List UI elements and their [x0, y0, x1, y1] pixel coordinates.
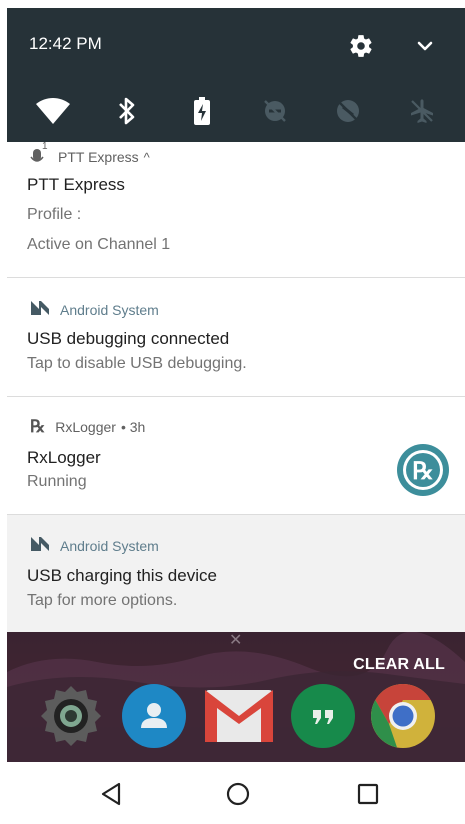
- rx-symbol: ℞: [406, 453, 440, 487]
- battery-charging-icon[interactable]: [184, 93, 220, 129]
- notification-line: Active on Channel 1: [27, 236, 171, 253]
- airplane-mode-icon[interactable]: [404, 93, 440, 129]
- app-name: Android System: [60, 537, 159, 554]
- collapse-indicator[interactable]: ^: [144, 150, 150, 165]
- notification-title: USB debugging connected: [27, 329, 230, 348]
- recents-icon[interactable]: [352, 778, 384, 810]
- navigation-bar: [7, 762, 465, 824]
- notification-header: Android System: [30, 300, 159, 319]
- chrome-app-icon[interactable]: [371, 684, 435, 748]
- clock: 12:42 PM: [29, 34, 102, 53]
- gear-icon[interactable]: [348, 33, 374, 59]
- notification-header: 1 PTT Express ^: [30, 141, 150, 166]
- notification-header: ℞ RxLogger • 3h: [30, 417, 145, 437]
- notification-line: Profile :: [27, 206, 82, 223]
- gmail-app-icon[interactable]: [205, 690, 273, 742]
- notification-title: RxLogger: [27, 448, 101, 467]
- bluetooth-icon[interactable]: [109, 93, 145, 129]
- notification-title: USB charging this device: [27, 566, 217, 585]
- rxlogger-large-icon: ℞: [397, 444, 449, 496]
- notification-rxlogger[interactable]: ℞ RxLogger • 3h RxLogger Running ℞: [7, 397, 465, 515]
- android-system-icon: [30, 300, 50, 319]
- microphone-icon: 1: [30, 141, 48, 166]
- app-name: PTT Express: [58, 149, 139, 165]
- contacts-app-icon[interactable]: [122, 684, 186, 748]
- wifi-icon[interactable]: [35, 93, 71, 129]
- notification-text: Tap to disable USB debugging.: [27, 355, 247, 372]
- back-icon[interactable]: [95, 778, 127, 810]
- data-saver-off-icon[interactable]: [330, 93, 366, 129]
- notification-usb-debugging[interactable]: Android System USB debugging connected T…: [7, 278, 465, 397]
- notification-header: Android System: [30, 536, 159, 555]
- notification-text: Tap for more options.: [27, 592, 178, 609]
- app-name: RxLogger: [55, 419, 116, 435]
- notification-title: PTT Express: [27, 175, 125, 194]
- collapse-handle-icon[interactable]: ✕: [229, 632, 242, 650]
- notification-time: • 3h: [120, 419, 146, 435]
- camera-app-icon[interactable]: [39, 684, 103, 748]
- notification-ptt-express[interactable]: 1 PTT Express ^ PTT Express Profile : Ac…: [7, 141, 465, 278]
- quick-settings-panel: 12:42 PM: [7, 8, 465, 142]
- home-icon[interactable]: [222, 778, 254, 810]
- clear-all-button[interactable]: CLEAR ALL: [353, 656, 445, 674]
- notification-text: Running: [27, 473, 87, 490]
- app-name: Android System: [60, 301, 159, 318]
- notification-count-badge: 1: [42, 141, 48, 152]
- hangouts-app-icon[interactable]: [291, 684, 355, 748]
- rxlogger-icon: ℞: [30, 417, 46, 437]
- notification-usb-charging[interactable]: Android System USB charging this device …: [7, 515, 465, 632]
- do-not-disturb-off-icon[interactable]: [257, 93, 293, 129]
- chevron-down-icon[interactable]: [414, 36, 436, 56]
- android-system-icon: [30, 536, 50, 555]
